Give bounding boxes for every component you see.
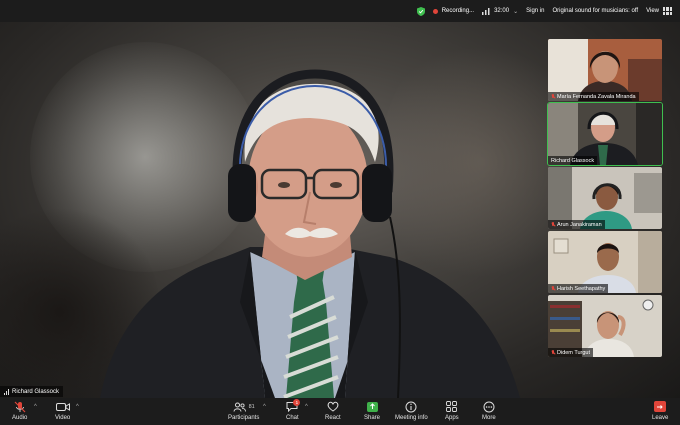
participants-count: 81 <box>248 403 255 410</box>
participants-button[interactable]: 81 Participants <box>228 400 259 421</box>
meeting-info-button[interactable]: Meeting info <box>395 400 428 421</box>
participant-name-tag: Richard Glassock <box>548 156 598 165</box>
chat-badge: 1 <box>293 399 301 406</box>
chat-icon-wrap: 1 <box>286 399 301 413</box>
info-icon <box>405 400 417 413</box>
chevron-down-icon: ⌄ <box>513 8 519 15</box>
mic-muted-icon <box>551 286 555 291</box>
audio-options-caret[interactable]: ^ <box>34 404 37 410</box>
leave-button[interactable]: Leave <box>652 400 668 421</box>
video-camera-icon <box>55 400 70 413</box>
participants-options-caret[interactable]: ^ <box>263 404 266 410</box>
leave-icon-wrap <box>654 400 667 413</box>
video-button[interactable]: Video <box>55 400 70 421</box>
react-button[interactable]: React <box>325 400 341 421</box>
bars-icon <box>482 7 490 15</box>
more-label: More <box>482 415 496 421</box>
speaker-figure <box>100 69 520 398</box>
original-sound-toggle[interactable]: Original sound for musicians: off <box>552 8 638 14</box>
audio-button[interactable]: Audio <box>12 400 27 421</box>
leave-label: Leave <box>652 415 669 421</box>
timer-text: 32:00 <box>494 8 510 14</box>
mic-muted-icon <box>551 222 555 227</box>
apps-grid-icon <box>446 400 458 413</box>
more-button[interactable]: More <box>482 400 496 421</box>
sign-in-label: Sign in <box>526 8 545 14</box>
recording-dot-icon <box>432 8 438 14</box>
video-label: Video <box>55 415 71 421</box>
meeting-timer[interactable]: 32:00 ⌄ <box>482 7 519 15</box>
participant-tile[interactable]: Harish Seethapathy <box>548 231 662 293</box>
heart-icon <box>327 400 339 413</box>
meeting-toolbar: Audio ^ Video ^ 81 Participants ^ 1 Chat… <box>0 398 680 425</box>
participants-label: Participants <box>228 415 260 421</box>
share-label: Share <box>364 415 381 421</box>
leave-door-icon <box>654 401 667 412</box>
audio-label: Audio <box>12 415 28 421</box>
audio-level-icon <box>4 388 9 395</box>
participant-name-tag: Harish Seethapathy <box>548 284 609 293</box>
participant-name: Harish Seethapathy <box>557 285 606 292</box>
main-speaker-name: Richard Glassock <box>12 388 60 395</box>
share-icon-wrap <box>366 400 378 413</box>
chat-button[interactable]: 1 Chat <box>286 399 301 421</box>
participant-name: Arun Janakiraman <box>557 221 602 228</box>
view-label: View <box>646 8 659 14</box>
more-dots-icon <box>483 400 495 413</box>
participant-name: Didem Turgut <box>557 349 591 356</box>
share-button[interactable]: Share <box>364 400 380 421</box>
top-bar: Recording... 32:00 ⌄ Sign in Original so… <box>0 0 680 22</box>
recording-indicator[interactable]: Recording... <box>432 8 475 14</box>
react-label: React <box>325 415 341 421</box>
participants-icon-group: 81 <box>233 400 255 413</box>
apps-label: Apps <box>445 415 459 421</box>
participant-tile[interactable]: María Fernanda Zavala Miranda <box>548 39 662 101</box>
meeting-info-label: Meeting info <box>395 415 428 421</box>
participant-name: María Fernanda Zavala Miranda <box>557 93 636 100</box>
main-speaker-name-tag: Richard Glassock <box>0 386 64 397</box>
mic-muted-icon <box>551 350 555 355</box>
apps-button[interactable]: Apps <box>445 400 459 421</box>
video-options-caret[interactable]: ^ <box>76 404 79 410</box>
chat-label: Chat <box>286 415 299 421</box>
chat-options-caret[interactable]: ^ <box>305 404 308 410</box>
recording-label: Recording... <box>441 8 475 14</box>
share-screen-icon <box>366 401 378 412</box>
encryption-status[interactable] <box>416 6 425 16</box>
participant-name: Richard Glassock <box>551 157 595 164</box>
mic-muted-icon <box>14 400 26 413</box>
participant-tile[interactable]: Didem Turgut <box>548 295 662 357</box>
participant-name-tag: Didem Turgut <box>548 348 594 357</box>
sign-in-link[interactable]: Sign in <box>526 8 544 14</box>
original-sound-label: Original sound for musicians: off <box>552 8 639 14</box>
participant-tile[interactable]: Arun Janakiraman <box>548 167 662 229</box>
people-icon <box>233 402 246 412</box>
view-button[interactable]: View <box>646 7 672 15</box>
participant-tile-active[interactable]: Richard Glassock <box>547 102 663 166</box>
grid-view-icon <box>663 7 672 15</box>
participant-name-tag: Arun Janakiraman <box>548 220 605 229</box>
participant-name-tag: María Fernanda Zavala Miranda <box>548 92 639 101</box>
mic-muted-icon <box>551 94 555 99</box>
shield-icon <box>416 6 425 16</box>
